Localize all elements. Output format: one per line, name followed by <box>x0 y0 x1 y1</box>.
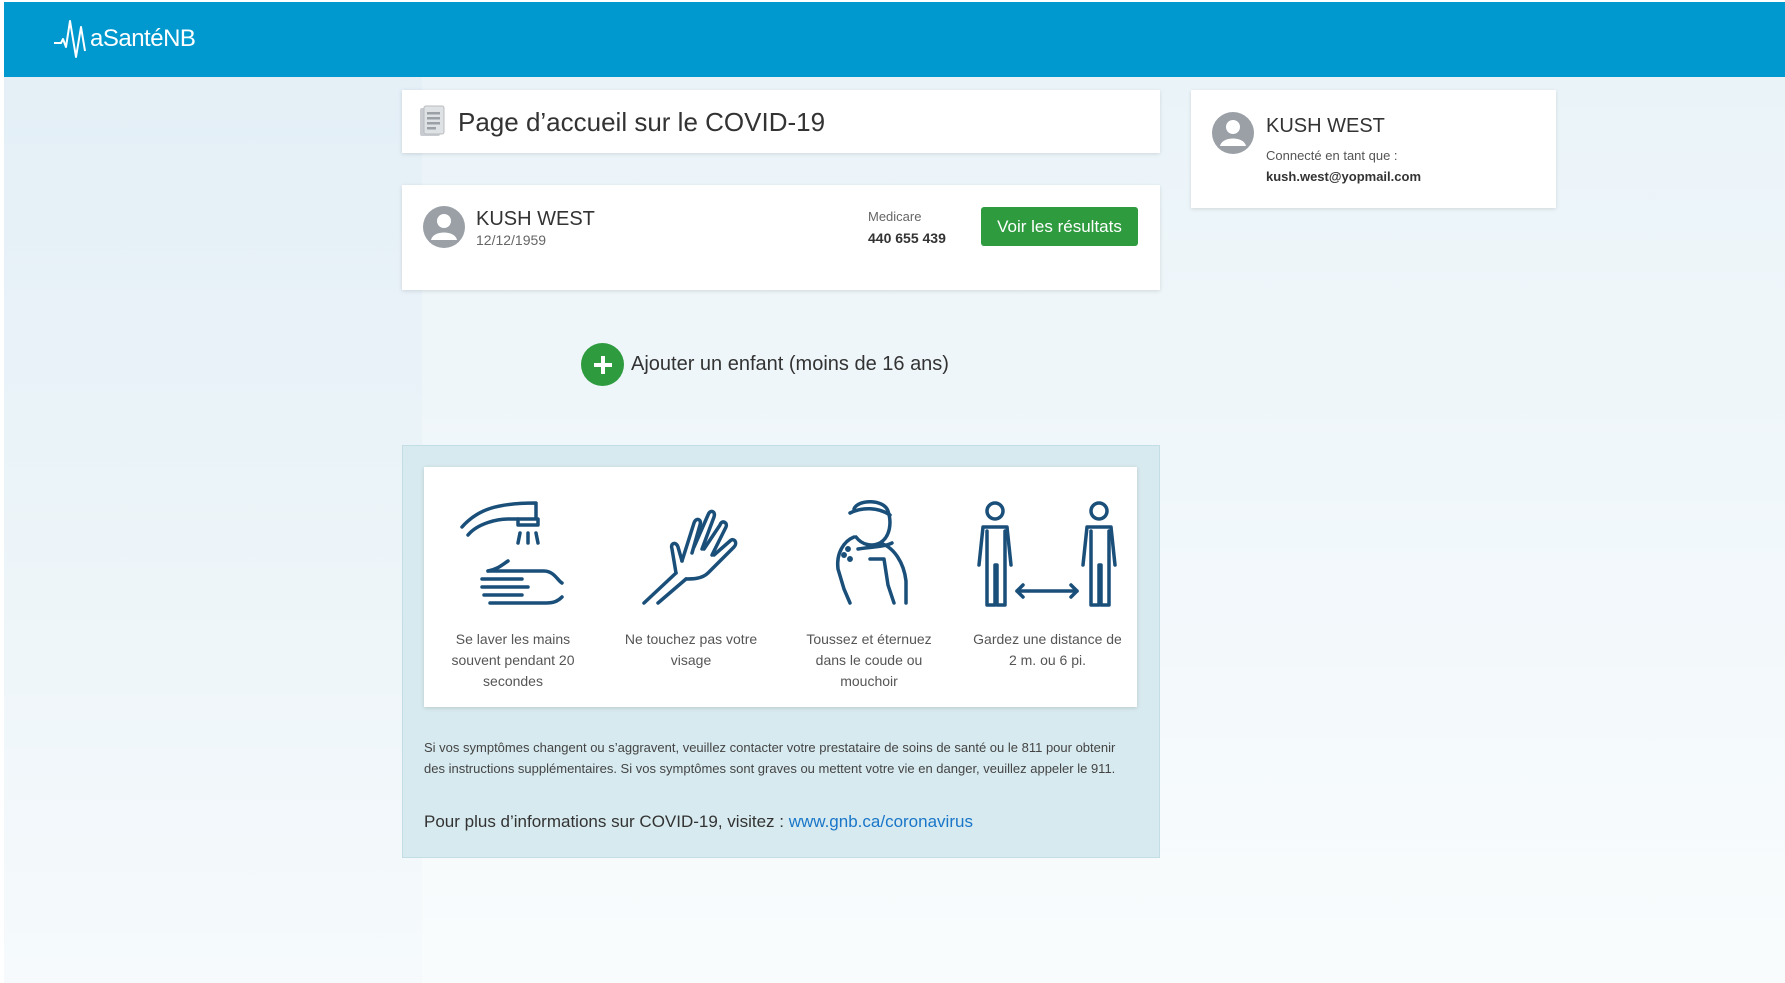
tip-social-distance: Gardez une distance de 2 m. ou 6 pi. <box>958 467 1137 707</box>
plus-circle-icon <box>581 343 624 386</box>
tip-cough-elbow: Toussez et éternuez dans le coude ou mou… <box>780 467 958 707</box>
avatar-icon <box>423 206 465 248</box>
symptoms-notice: Si vos symptômes changent ou s’aggravent… <box>424 740 1116 776</box>
medicare-label: Medicare <box>868 209 922 224</box>
tip-text: Gardez une distance de 2 m. ou 6 pi. <box>973 631 1122 668</box>
tip-text: Toussez et éternuez dans le coude ou mou… <box>806 631 932 689</box>
user-profile-card: KUSH WEST Connecté en tant que : kush.we… <box>1191 90 1556 208</box>
connected-as-label: Connecté en tant que : <box>1266 148 1398 163</box>
user-name: KUSH WEST <box>1266 115 1385 137</box>
heartbeat-m-icon <box>54 20 86 58</box>
no-touch-face-icon <box>642 509 738 605</box>
social-distance-icon <box>976 501 1117 607</box>
page-title: Page d’accueil sur le COVID-19 <box>458 107 826 137</box>
tip-hand-washing: Se laver les mains souvent pendant 20 se… <box>424 467 602 707</box>
add-child-button[interactable]: Ajouter un enfant (moins de 16 ans) <box>581 343 949 386</box>
page-title-card: Page d’accueil sur le COVID-19 <box>402 90 1160 153</box>
medicare-number: 440 655 439 <box>868 230 946 246</box>
patient-name: KUSH WEST <box>476 208 595 230</box>
cough-elbow-icon <box>835 500 908 605</box>
add-child-label: Ajouter un enfant (moins de 16 ans) <box>631 353 949 375</box>
user-email: kush.west@yopmail.com <box>1266 169 1421 184</box>
more-info-prefix: Pour plus d’informations sur COVID-19, v… <box>424 812 789 831</box>
more-info-line: Pour plus d’informations sur COVID-19, v… <box>424 812 973 832</box>
app-frame: aSantéNB Page d’accueil sur le COVID-19 … <box>4 2 1785 983</box>
logo-text: aSantéNB <box>90 25 196 52</box>
top-bar: aSantéNB <box>4 2 1785 77</box>
tip-text: Se laver les mains souvent pendant 20 se… <box>451 631 575 689</box>
coronavirus-link[interactable]: www.gnb.ca/coronavirus <box>789 812 973 831</box>
view-results-button[interactable]: Voir les résultats <box>981 207 1138 246</box>
patient-card: KUSH WEST 12/12/1959 Medicare 440 655 43… <box>402 185 1160 290</box>
prevention-tips-card: Se laver les mains souvent pendant 20 se… <box>424 467 1137 707</box>
avatar-icon <box>1212 112 1254 154</box>
hand-washing-icon <box>460 501 564 605</box>
document-icon <box>420 105 445 136</box>
patient-dob: 12/12/1959 <box>476 232 547 248</box>
logo[interactable]: aSantéNB <box>54 14 196 64</box>
covid-info-panel: Se laver les mains souvent pendant 20 se… <box>402 445 1160 858</box>
tip-text: Ne touchez pas votre visage <box>624 631 758 668</box>
tip-no-touch-face: Ne touchez pas votre visage <box>602 467 780 707</box>
